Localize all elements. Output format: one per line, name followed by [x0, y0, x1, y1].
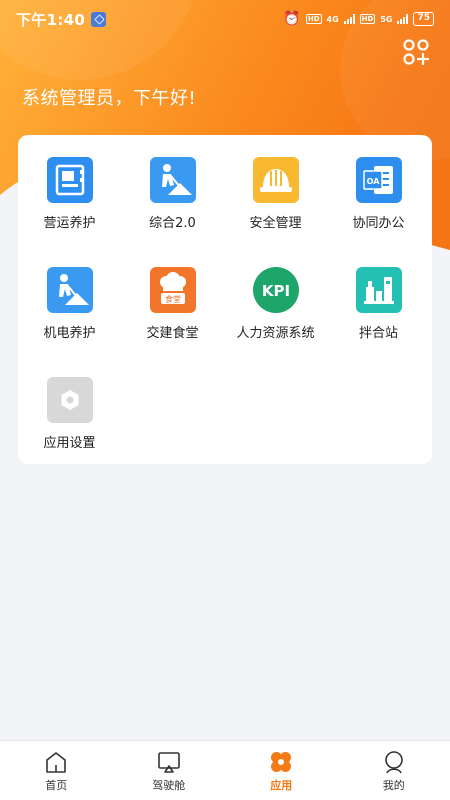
ledger-icon	[46, 157, 93, 203]
tab-label: 首页	[45, 779, 68, 792]
mixing-plant-icon	[355, 267, 402, 313]
app-label: 人力资源系统	[236, 326, 315, 341]
hd-tag-1: HD	[305, 14, 322, 24]
tab-label: 应用	[270, 779, 293, 792]
oa-office-icon: OA	[355, 157, 402, 203]
tab-cockpit[interactable]: 驾驶舱	[113, 741, 226, 800]
battery-indicator: 75	[413, 12, 434, 26]
app-electromechanical-maintenance[interactable]: 机电养护	[18, 267, 121, 367]
app-safety-management[interactable]: 安全管理	[224, 157, 327, 257]
kpi-text: KPI	[261, 282, 289, 300]
app-label: 营运养护	[43, 216, 96, 231]
canteen-badge: 食堂	[165, 294, 181, 304]
alarm-icon: ⏰	[283, 11, 301, 27]
hard-hat-icon	[252, 157, 299, 203]
tab-profile[interactable]: 我的	[338, 741, 450, 800]
canteen-chef-hat-icon: 食堂	[149, 267, 196, 313]
status-bar: 下午1:40 ⏰ HD 4G HD 5G 75	[0, 0, 450, 38]
app-settings[interactable]: 应用设置	[18, 377, 121, 477]
tab-apps[interactable]: 应用	[225, 741, 338, 800]
apps-flower-icon	[271, 752, 292, 772]
app-human-resources[interactable]: KPI 人力资源系统	[224, 267, 327, 367]
worker-digging-icon	[149, 157, 196, 203]
notification-app-icon	[91, 11, 107, 27]
kpi-icon: KPI	[252, 267, 299, 313]
network-gen-1: 4G	[326, 14, 339, 24]
app-mixing-station[interactable]: 拌合站	[327, 267, 430, 367]
app-label: 协同办公	[352, 216, 405, 231]
home-icon	[46, 752, 67, 773]
app-collaborative-office[interactable]: OA 协同办公	[327, 157, 430, 257]
status-time: 下午1:40	[16, 10, 86, 29]
bottom-tab-bar: 首页 驾驶舱 应用 我的	[0, 740, 450, 800]
settings-hexagon-icon	[46, 377, 93, 423]
profile-icon	[384, 751, 403, 774]
tab-label: 我的	[382, 779, 405, 792]
app-label: 机电养护	[43, 326, 96, 341]
signal-icon-2	[397, 14, 409, 24]
greeting-text: 系统管理员，下午好!	[22, 88, 197, 109]
app-label: 应用设置	[43, 436, 96, 451]
signal-icon-1	[343, 14, 355, 24]
cockpit-screen-icon	[157, 752, 180, 773]
worker-digging-icon	[46, 267, 93, 313]
hd-tag-2: HD	[359, 14, 376, 24]
app-canteen[interactable]: 食堂 交建食堂	[121, 267, 224, 367]
oa-text: OA	[366, 177, 380, 186]
tab-home[interactable]: 首页	[0, 741, 113, 800]
add-app-icon[interactable]	[402, 38, 430, 66]
app-comprehensive[interactable]: 综合2.0	[121, 157, 224, 257]
apps-card: 营运养护 综合2.0 安全管理 OA 协同办公 机电养护 食堂 交建食堂 KPI…	[18, 135, 432, 464]
app-label: 综合2.0	[149, 216, 196, 231]
status-indicators: ⏰ HD 4G HD 5G 75	[283, 12, 434, 26]
app-label: 交建食堂	[146, 326, 199, 341]
tab-label: 驾驶舱	[152, 779, 186, 792]
app-operation-maintenance[interactable]: 营运养护	[18, 157, 121, 257]
app-label: 安全管理	[249, 216, 302, 231]
network-gen-2: 5G	[380, 14, 393, 24]
app-label: 拌合站	[358, 326, 398, 341]
